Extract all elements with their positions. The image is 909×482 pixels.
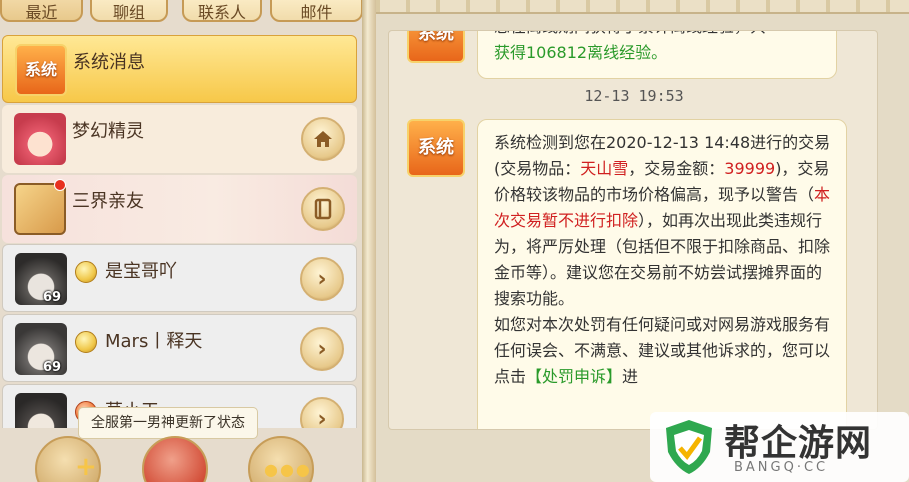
contact-name: 三界亲友	[72, 191, 144, 212]
message-bubble: 系统检测到您在2020-12-13 14:48进行的交易(交易物品：天山雪，交易…	[477, 119, 847, 429]
message-text: 进	[622, 367, 639, 386]
watermark-logo: 帮企游网 BANGQ·CC	[650, 412, 909, 482]
chat-messages[interactable]: 系统 您在离线期间获得了累计离线经验，共 获得106812离线经验。 12-13…	[388, 30, 878, 430]
message-text: ，交易金额：	[628, 159, 725, 178]
gold-badge-icon	[75, 261, 97, 283]
status-tooltip: 全服第一男神更新了状态	[78, 407, 258, 439]
chat-panel: 系统 您在离线期间获得了累计离线经验，共 获得106812离线经验。 12-13…	[376, 0, 909, 482]
contact-row-system[interactable]: 系统 系统消息	[2, 35, 357, 103]
contact-name: Mars丨释天	[105, 331, 203, 352]
system-icon-text: 系统	[418, 137, 454, 158]
contact-tabs: 最近 聊组 联系人 邮件	[0, 0, 375, 26]
contact-list: 系统 系统消息 梦幻精灵 三界亲友 69 是宝哥吖 › 69 Mars丨释天 ›…	[0, 33, 360, 428]
system-icon-text: 系统	[418, 30, 454, 44]
panel-divider	[362, 0, 376, 482]
trade-amount: 39999	[724, 159, 776, 178]
contact-row-mars[interactable]: 69 Mars丨释天 ›	[2, 314, 357, 382]
my-avatar-button[interactable]	[142, 436, 208, 482]
contact-row-friends[interactable]: 三界亲友	[2, 175, 357, 243]
item-name: 天山雪	[580, 159, 629, 178]
contacts-panel: 最近 聊组 联系人 邮件 系统 系统消息 梦幻精灵 三界亲友 69 是宝哥吖 ›…	[0, 0, 375, 482]
tab-recent[interactable]: 最近	[0, 0, 83, 22]
system-avatar-icon: 系统	[15, 44, 67, 96]
appeal-link[interactable]: 【处罚申诉】	[526, 367, 622, 386]
gold-badge-icon	[75, 331, 97, 353]
more-button[interactable]: ●●●	[248, 436, 314, 482]
system-icon: 系统	[407, 30, 465, 63]
message-bubble: 您在离线期间获得了累计离线经验，共 获得106812离线经验。	[477, 31, 837, 79]
player-avatar	[15, 393, 67, 428]
book-icon[interactable]	[301, 187, 345, 231]
more-dots-icon: ●●●	[264, 460, 312, 479]
chevron-right-icon[interactable]: ›	[300, 257, 344, 301]
contact-row-baoge[interactable]: 69 是宝哥吖 ›	[2, 244, 357, 312]
tab-mail[interactable]: 邮件	[270, 0, 363, 22]
watermark-subtitle: BANGQ·CC	[734, 460, 829, 475]
message-text-green: 获得106812离线经验。	[494, 43, 668, 62]
player-level: 69	[43, 290, 62, 305]
contact-name: 系统消息	[73, 52, 145, 73]
home-icon[interactable]	[301, 117, 345, 161]
contact-row-fairy[interactable]: 梦幻精灵	[2, 105, 357, 173]
add-friend-button[interactable]: +	[35, 436, 101, 482]
plus-icon: +	[75, 452, 97, 482]
tab-contacts[interactable]: 联系人	[182, 0, 262, 22]
decorative-border	[376, 0, 909, 14]
system-avatar-text: 系统	[24, 60, 57, 79]
player-level: 69	[43, 360, 62, 375]
message-text: 您在离线期间获得了累计离线经验，共	[494, 31, 766, 40]
notification-dot	[54, 179, 66, 191]
chevron-right-icon[interactable]: ›	[300, 327, 344, 371]
contact-name: 梦幻精灵	[72, 121, 144, 142]
shield-logo-icon	[666, 420, 712, 474]
tab-chat-group[interactable]: 聊组	[90, 0, 168, 22]
fairy-avatar	[14, 113, 66, 165]
chevron-right-icon[interactable]: ›	[300, 397, 344, 428]
message-timestamp: 12-13 19:53	[584, 87, 684, 105]
contact-name: 是宝哥吖	[105, 261, 177, 282]
watermark-title: 帮企游网	[724, 423, 873, 464]
system-icon: 系统	[407, 119, 465, 177]
